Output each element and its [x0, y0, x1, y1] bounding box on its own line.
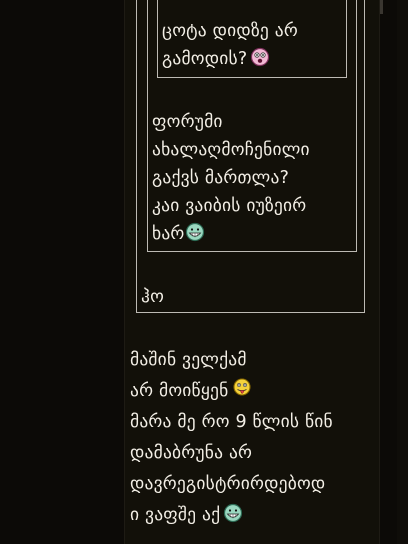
- reply-line-4: დამაბრუნა არ: [130, 443, 253, 463]
- middle-quote-line-4: კაი ვაიბის იუზეირ: [152, 196, 307, 216]
- middle-quote-line-5-text: ხარ: [152, 224, 185, 244]
- middle-quote-line-5: ხარ: [152, 220, 205, 251]
- inner-quote-line-2-text: გამოდის?: [162, 49, 248, 69]
- grin-emoji-icon: [223, 503, 243, 532]
- inner-quote-line-2: გამოდის?: [162, 45, 270, 76]
- astonished-emoji-icon: [250, 47, 270, 76]
- inner-quote-line-1: ცოტა დიდზე არ: [162, 21, 298, 41]
- scroll-indicator: [380, 0, 383, 14]
- outer-quote-text: ჰო: [141, 287, 165, 307]
- reply-line-2-text: არ მოიწყენ: [130, 381, 229, 401]
- reply-line-6-text: ი ვაფშე აქ: [130, 505, 221, 525]
- reply-line-1: მაშინ ველქამ: [130, 350, 247, 370]
- forum-thread-view: ცოტა დიდზე არ გამოდის? ფორუმი ახალაღმოჩე…: [0, 0, 408, 544]
- middle-quote-line-2: ახალაღმოჩენილი: [152, 140, 310, 160]
- tongue-out-emoji-icon: [231, 377, 253, 408]
- reply-line-3: მარა მე რო 9 წლის წინ: [130, 412, 333, 432]
- middle-quote-line-1: ფორუმი: [152, 112, 223, 132]
- reply-line-5: დავრეგისტრირდებოდ: [130, 474, 326, 494]
- grin-emoji-icon: [185, 222, 205, 251]
- reply-line-2: არ მოიწყენ: [130, 377, 253, 408]
- reply-line-6: ი ვაფშე აქ: [130, 501, 243, 532]
- page-scrollbar[interactable]: [397, 0, 408, 544]
- middle-quote-line-3: გაქვს მართლა?: [152, 168, 290, 188]
